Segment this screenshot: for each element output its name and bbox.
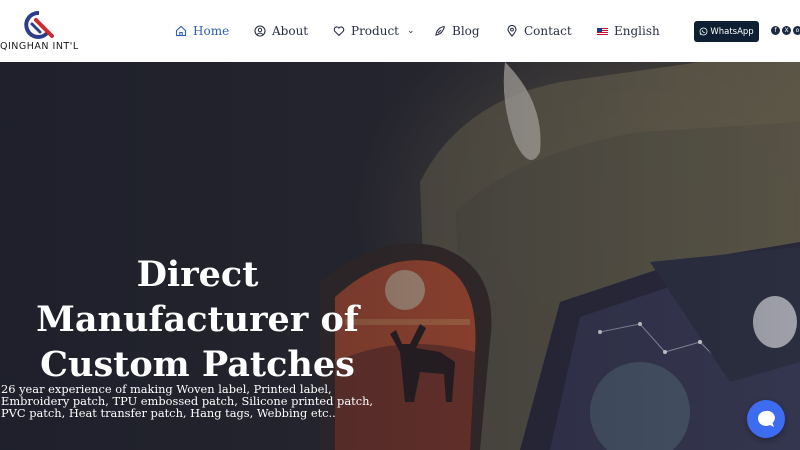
- nav-contact-label: Contact: [524, 24, 572, 38]
- whatsapp-button[interactable]: WhatsApp: [694, 21, 759, 42]
- nav-home[interactable]: Home: [175, 22, 229, 40]
- brand-name: QINGHAN INT'L: [0, 41, 79, 52]
- chat-bubble-icon: [758, 410, 775, 427]
- nav-language-label: English: [614, 24, 660, 38]
- chat-widget-button[interactable]: [747, 400, 785, 438]
- chevron-down-icon: ⌄: [407, 26, 415, 36]
- hero-title-line: Custom Patches: [40, 344, 355, 385]
- nav-language[interactable]: English: [597, 22, 660, 40]
- nav-product[interactable]: Product ⌄: [333, 22, 415, 40]
- nav-blog[interactable]: Blog: [434, 22, 480, 40]
- hero-title-line: Direct: [136, 254, 259, 295]
- whatsapp-label: WhatsApp: [710, 26, 754, 37]
- nav-about[interactable]: About: [254, 22, 308, 40]
- instagram-icon[interactable]: o: [793, 26, 800, 35]
- location-pin-icon: [507, 25, 517, 37]
- user-circle-icon: [254, 25, 266, 37]
- facebook-icon[interactable]: f: [771, 26, 780, 35]
- qinghan-logo-icon: [24, 11, 54, 39]
- nav-home-label: Home: [193, 24, 230, 38]
- nav-blog-label: Blog: [452, 24, 480, 38]
- x-twitter-icon[interactable]: X: [782, 26, 791, 35]
- nav-product-label: Product: [351, 24, 399, 38]
- hero-banner: Direct Manufacturer of Custom Patches 26…: [0, 62, 800, 450]
- heart-icon: [333, 26, 345, 37]
- hero-title-line: Manufacturer of: [36, 299, 359, 340]
- hero-subtitle: 26 year experience of making Woven label…: [1, 382, 374, 420]
- social-links: f X o: [771, 26, 800, 35]
- us-flag-icon: [597, 27, 608, 35]
- logo[interactable]: QINGHAN INT'L: [0, 8, 80, 54]
- feather-icon: [435, 25, 446, 36]
- hero-title: Direct Manufacturer of Custom Patches: [0, 252, 395, 387]
- site-header: QINGHAN INT'L Home About Product ⌄ Blog …: [0, 0, 800, 62]
- whatsapp-icon: [699, 27, 708, 36]
- nav-about-label: About: [272, 24, 309, 38]
- nav-contact[interactable]: Contact: [506, 22, 572, 40]
- home-icon: [175, 25, 187, 37]
